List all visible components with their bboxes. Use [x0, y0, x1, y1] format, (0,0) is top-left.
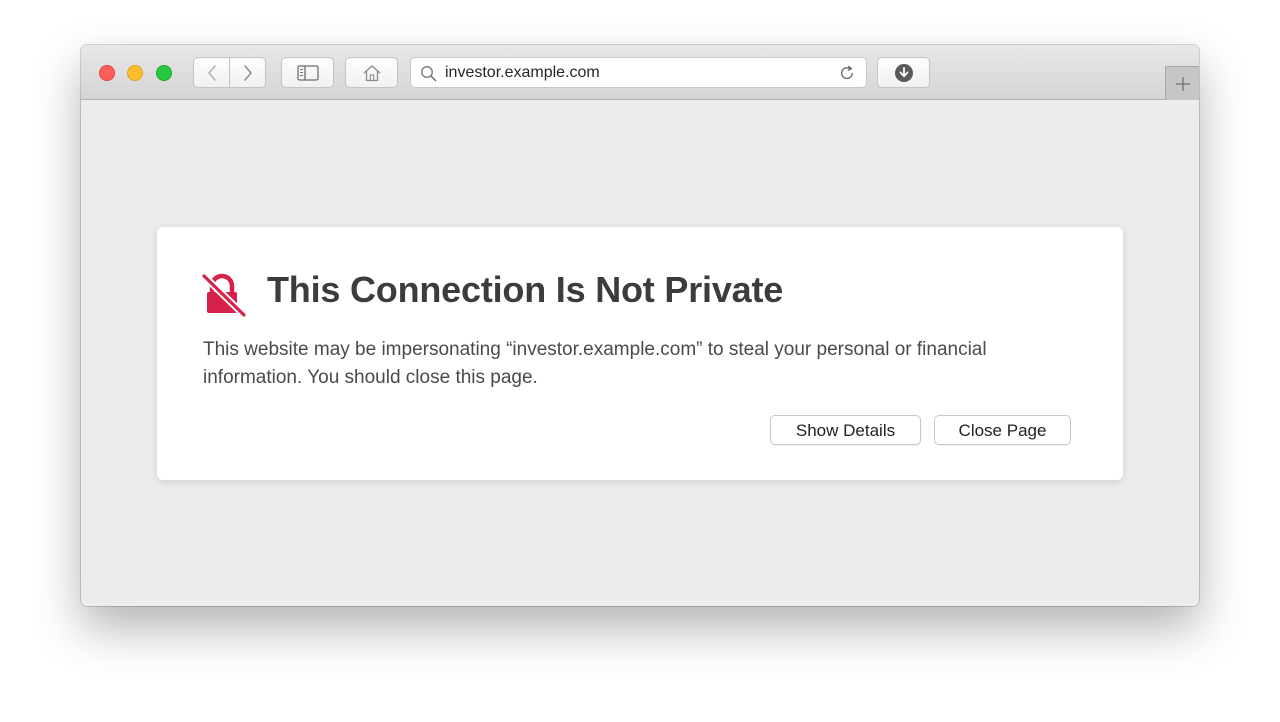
warning-card: This Connection Is Not Private This webs…: [157, 227, 1123, 480]
chevron-left-icon: [207, 64, 216, 81]
show-details-button[interactable]: Show Details: [770, 415, 921, 445]
navigation-buttons: [193, 57, 266, 88]
window-zoom-button[interactable]: [156, 65, 172, 81]
window-minimize-button[interactable]: [127, 65, 143, 81]
plus-icon: [1175, 76, 1190, 91]
sidebar-icon: [296, 64, 319, 81]
home-icon: [363, 64, 380, 81]
window-close-button[interactable]: [99, 65, 115, 81]
downloads-button[interactable]: [877, 57, 930, 88]
close-page-button[interactable]: Close Page: [934, 415, 1071, 445]
home-button[interactable]: [345, 57, 398, 88]
browser-window: investor.example.com This Connection Is …: [81, 45, 1199, 606]
back-button[interactable]: [194, 58, 230, 87]
forward-button[interactable]: [230, 58, 265, 87]
address-bar[interactable]: investor.example.com: [410, 57, 867, 88]
address-url: investor.example.com: [445, 64, 600, 81]
warning-title: This Connection Is Not Private: [267, 269, 784, 310]
sidebar-button[interactable]: [281, 57, 334, 88]
chevron-right-icon: [243, 64, 252, 81]
warning-message: This website may be impersonating “inves…: [203, 339, 987, 388]
browser-toolbar: investor.example.com: [81, 45, 1199, 100]
page-content: This Connection Is Not Private This webs…: [81, 100, 1199, 606]
new-tab-button[interactable]: [1165, 66, 1199, 100]
reload-icon[interactable]: [838, 64, 856, 82]
broken-lock-icon: [201, 273, 247, 317]
search-icon: [420, 65, 437, 82]
download-icon: [894, 63, 913, 82]
